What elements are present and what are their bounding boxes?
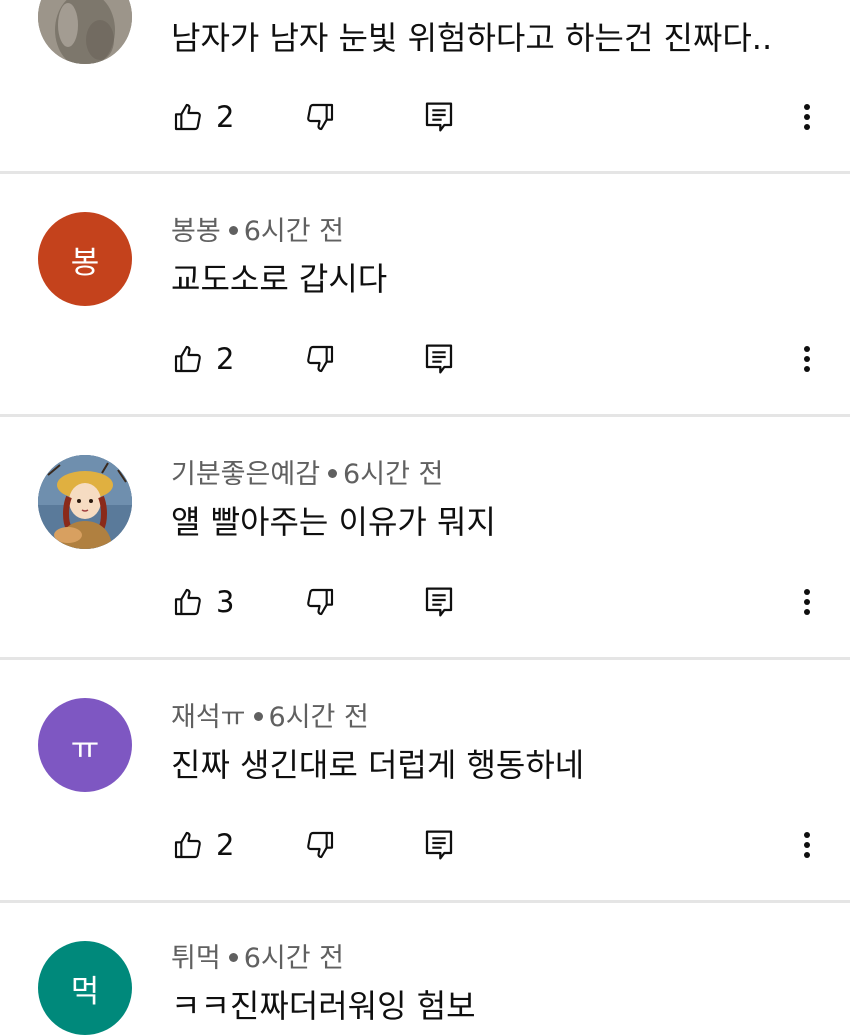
avatar[interactable]: 봉 xyxy=(38,212,132,306)
comment-time: 6시간 전 xyxy=(343,459,444,490)
dislike-button[interactable] xyxy=(304,334,336,384)
dislike-button[interactable] xyxy=(304,820,336,870)
avatar-initial: ㅠ xyxy=(70,730,100,767)
comment-actions: 2 xyxy=(0,92,850,142)
comment-divider xyxy=(0,414,850,417)
comment-actions: 3 xyxy=(0,577,850,627)
author-name[interactable]: 재석ㅠ xyxy=(171,702,246,733)
thumbs-down-icon xyxy=(307,831,334,859)
avatar[interactable] xyxy=(38,0,132,64)
reply-button[interactable] xyxy=(424,92,454,142)
thumbs-down-icon xyxy=(307,588,334,616)
separator-dot xyxy=(228,953,238,962)
like-count: 2 xyxy=(216,342,235,376)
author-name[interactable]: 기분좋은예감 xyxy=(171,459,320,490)
separator-dot xyxy=(228,226,238,235)
like-button[interactable]: 2 xyxy=(172,820,234,870)
avatar-initial: 먹 xyxy=(70,973,100,1010)
comment-divider xyxy=(0,657,850,660)
more-button[interactable] xyxy=(800,820,814,870)
thumbs-down-icon xyxy=(307,103,334,131)
comment-time: 6시간 전 xyxy=(243,216,344,247)
avatar-illustration xyxy=(38,455,132,549)
comment-actions: 2 xyxy=(0,820,850,870)
separator-dot xyxy=(253,712,263,721)
reply-button[interactable] xyxy=(424,577,454,627)
comment-meta: 기분좋은예감 6시간 전 xyxy=(171,457,443,493)
comment-time: 6시간 전 xyxy=(268,702,369,733)
avatar[interactable]: 먹 xyxy=(38,941,132,1035)
avatar[interactable]: ㅠ xyxy=(38,698,132,792)
reply-button[interactable] xyxy=(424,820,454,870)
reply-icon xyxy=(425,830,453,860)
author-name[interactable]: 봉봉 xyxy=(171,216,221,247)
avatar-initial: 봉 xyxy=(70,244,100,281)
comment-text: ㅋㅋ진짜더러워잉 험보 xyxy=(171,987,476,1025)
comment-text: 진짜 생긴대로 더럽게 행동하네 xyxy=(171,746,585,784)
reply-icon xyxy=(425,344,453,374)
avatar[interactable] xyxy=(38,455,132,549)
comment-divider xyxy=(0,171,850,174)
dislike-button[interactable] xyxy=(304,577,336,627)
comment-actions: 2 xyxy=(0,334,850,384)
comment-meta: 봉봉 6시간 전 xyxy=(171,214,344,250)
avatar-photo xyxy=(38,0,132,64)
like-button[interactable]: 2 xyxy=(172,92,234,142)
thumbs-up-icon xyxy=(174,831,201,859)
dislike-button[interactable] xyxy=(304,92,336,142)
reply-icon xyxy=(425,587,453,617)
more-vertical-icon xyxy=(804,832,810,858)
more-button[interactable] xyxy=(800,334,814,384)
comment-time: 6시간 전 xyxy=(243,943,344,974)
separator-dot xyxy=(328,469,338,478)
thumbs-up-icon xyxy=(174,588,201,616)
thumbs-down-icon xyxy=(307,345,334,373)
reply-icon xyxy=(425,102,453,132)
thumbs-up-icon xyxy=(174,103,201,131)
like-button[interactable]: 3 xyxy=(172,577,234,627)
more-button[interactable] xyxy=(800,92,814,142)
author-name[interactable]: 튀먹 xyxy=(171,943,221,974)
comment-text: 남자가 남자 눈빛 위험하다고 하는건 진짜다.. xyxy=(171,19,773,57)
more-vertical-icon xyxy=(804,104,810,130)
more-vertical-icon xyxy=(804,346,810,372)
thumbs-up-icon xyxy=(174,345,201,373)
like-count: 3 xyxy=(216,585,235,619)
like-button[interactable]: 2 xyxy=(172,334,234,384)
comment-text: 얠 빨아주는 이유가 뭐지 xyxy=(171,503,496,541)
comment-meta: 튀먹 6시간 전 xyxy=(171,941,344,977)
comment-meta: 재석ㅠ 6시간 전 xyxy=(171,700,369,736)
reply-button[interactable] xyxy=(424,334,454,384)
comment-text: 교도소로 갑시다 xyxy=(171,260,388,298)
more-vertical-icon xyxy=(804,589,810,615)
like-count: 2 xyxy=(216,828,235,862)
like-count: 2 xyxy=(216,100,235,134)
more-button[interactable] xyxy=(800,577,814,627)
comment-divider xyxy=(0,900,850,903)
